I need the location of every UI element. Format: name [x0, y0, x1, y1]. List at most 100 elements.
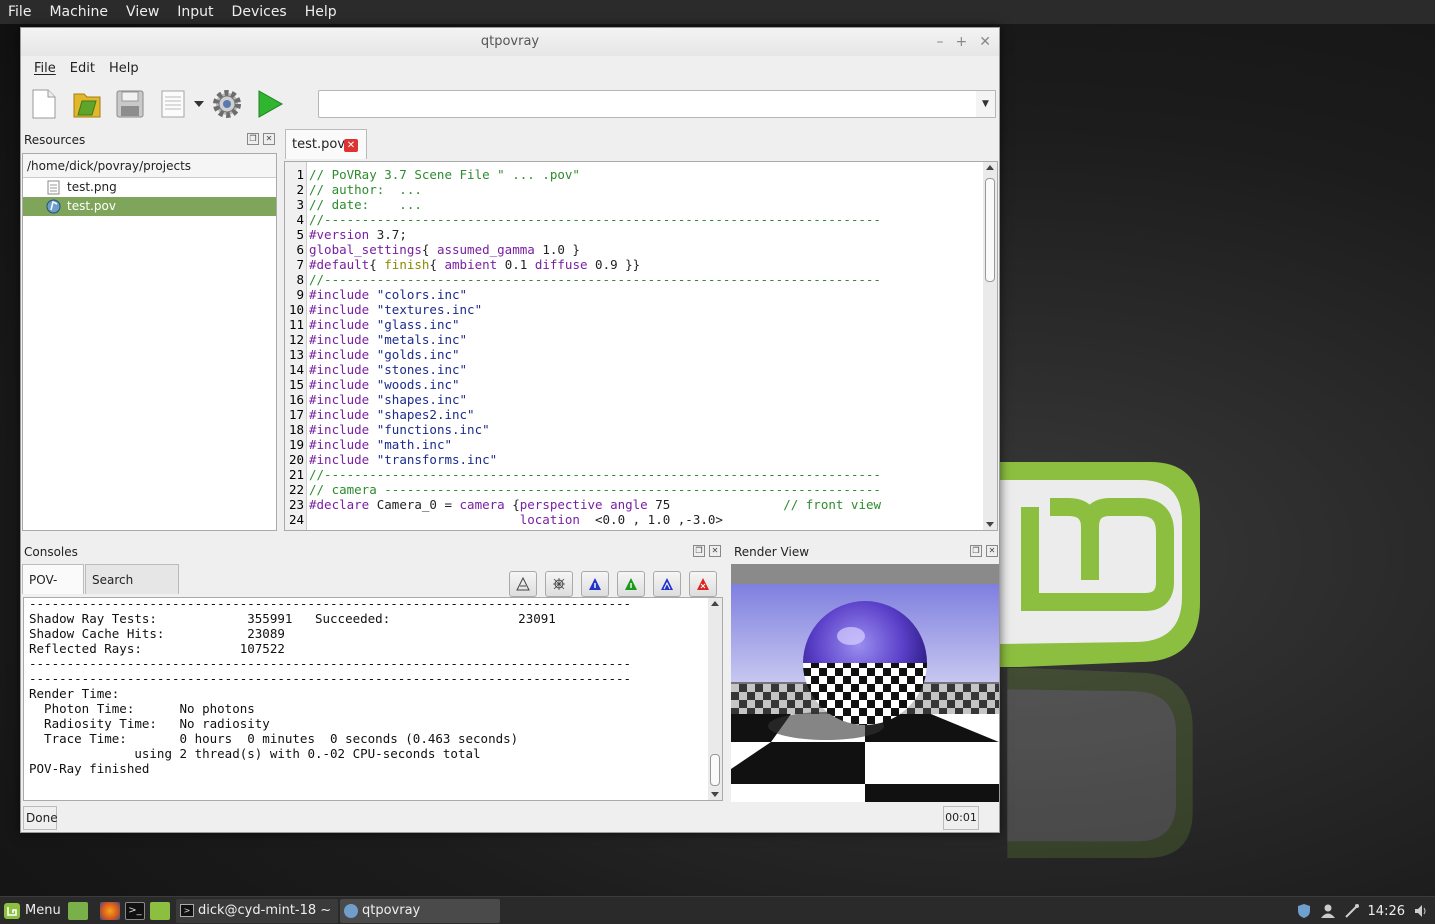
- file-item-test-png[interactable]: test.png: [23, 178, 276, 197]
- filter-notice-icon[interactable]: [617, 571, 645, 597]
- tab-povray[interactable]: POV-Ray: [22, 564, 84, 617]
- code-line: #include "metals.inc": [309, 332, 468, 347]
- scroll-up-icon[interactable]: [711, 601, 719, 606]
- resource-tree[interactable]: /home/dick/povray/projects test.png test…: [22, 153, 277, 531]
- line-number: 16: [288, 392, 304, 407]
- close-icon[interactable]: ✕: [263, 133, 275, 145]
- editor-scrollbar[interactable]: [983, 162, 997, 530]
- line-number: 3: [296, 197, 304, 212]
- scroll-down-icon[interactable]: [986, 522, 994, 527]
- tab-test-pov[interactable]: test.pov ✕: [285, 129, 367, 159]
- scroll-up-icon[interactable]: [986, 165, 994, 170]
- host-menu-machine[interactable]: Machine: [40, 0, 117, 24]
- settings-gear-icon[interactable]: [210, 87, 244, 121]
- filter-all-icon[interactable]: [509, 571, 537, 597]
- host-menu-devices[interactable]: Devices: [223, 0, 296, 24]
- scroll-down-icon[interactable]: [711, 792, 719, 797]
- render-view-title: Render View: [734, 545, 810, 559]
- terminal-icon[interactable]: >_: [125, 902, 145, 920]
- console-line: Render Time:: [29, 686, 120, 701]
- save-icon[interactable]: [113, 87, 147, 121]
- editor-scroll-thumb[interactable]: [985, 178, 995, 282]
- line-number: 17: [288, 407, 304, 422]
- host-menu-help[interactable]: Help: [296, 0, 346, 24]
- shield-icon[interactable]: [1296, 903, 1312, 919]
- line-number: 7: [296, 257, 304, 272]
- dropdown-arrow-icon[interactable]: [192, 87, 206, 121]
- line-number: 19: [288, 437, 304, 452]
- code-line: #include "golds.inc": [309, 347, 460, 362]
- float-icon[interactable]: ❐: [970, 545, 982, 557]
- line-number: 20: [288, 452, 304, 467]
- status-text: Done: [23, 806, 58, 830]
- tab-label: test.pov: [292, 137, 345, 152]
- line-number: 9: [296, 287, 304, 302]
- title-bar[interactable]: qtpovray – + ✕: [21, 28, 999, 56]
- network-icon[interactable]: [1344, 903, 1360, 919]
- console-output[interactable]: ----------------------------------------…: [23, 597, 723, 801]
- run-render-icon[interactable]: [253, 87, 287, 121]
- minimize-icon[interactable]: –: [937, 28, 944, 56]
- maximize-icon[interactable]: +: [956, 28, 968, 56]
- line-number: 4: [296, 212, 304, 227]
- console-scrollbar[interactable]: [708, 598, 722, 800]
- filter-error-icon[interactable]: [689, 571, 717, 597]
- code-line: #include "shapes2.inc": [309, 407, 475, 422]
- volume-icon[interactable]: [1413, 903, 1429, 919]
- console-line: Shadow Ray Tests: 355991 Succeeded: 2309…: [29, 611, 556, 626]
- close-tab-icon[interactable]: ✕: [344, 139, 358, 152]
- dock-buttons: ❐ ✕: [970, 545, 998, 557]
- float-icon[interactable]: ❐: [693, 545, 705, 557]
- chevron-down-icon[interactable]: ▼: [976, 90, 996, 118]
- float-icon[interactable]: ❐: [247, 133, 259, 145]
- consoles-panel: Consoles ❐ ✕ POV-Ray Search Results ----…: [21, 540, 724, 801]
- command-combo-input[interactable]: [318, 90, 978, 118]
- close-icon[interactable]: ✕: [979, 28, 991, 56]
- console-scroll-thumb[interactable]: [710, 754, 720, 786]
- show-desktop-icon[interactable]: [68, 902, 88, 920]
- code-text[interactable]: // PoVRay 3.7 Scene File " ... .pov"// a…: [309, 167, 881, 527]
- filter-info-icon[interactable]: [581, 571, 609, 597]
- line-number: 22: [288, 482, 304, 497]
- user-icon[interactable]: [1320, 903, 1336, 919]
- firefox-icon[interactable]: [100, 902, 120, 920]
- files-folder-icon[interactable]: [150, 902, 170, 920]
- console-line: Trace Time: 0 hours 0 minutes 0 seconds …: [29, 731, 519, 746]
- window-controls: – + ✕: [937, 28, 991, 56]
- consoles-header: Consoles ❐ ✕: [21, 540, 724, 564]
- consoles-title: Consoles: [24, 545, 78, 559]
- host-menu-file[interactable]: File: [0, 0, 40, 24]
- menu-edit[interactable]: Edit: [63, 61, 102, 76]
- code-line: // author: ...: [309, 182, 422, 197]
- terminal-icon: >: [180, 904, 194, 917]
- file-item-test-pov[interactable]: test.pov: [23, 197, 276, 216]
- filter-warning-icon[interactable]: [653, 571, 681, 597]
- host-menubar: File Machine View Input Devices Help: [0, 0, 1435, 24]
- dock-buttons: ❐ ✕: [693, 545, 721, 557]
- menu-help[interactable]: Help: [102, 61, 146, 76]
- clock[interactable]: 14:26: [1368, 904, 1405, 919]
- menu-file[interactable]: File: [27, 61, 63, 76]
- close-icon[interactable]: ✕: [709, 545, 721, 557]
- task-terminal[interactable]: > dick@cyd-mint-18 ~: [176, 899, 338, 923]
- host-menu-input[interactable]: Input: [168, 0, 222, 24]
- start-menu-button[interactable]: Menu: [4, 897, 61, 924]
- console-line: POV-Ray finished: [29, 761, 150, 776]
- document-icon[interactable]: [156, 87, 190, 121]
- host-menu-view[interactable]: View: [117, 0, 168, 24]
- filter-debug-icon[interactable]: [545, 571, 573, 597]
- close-icon[interactable]: ✕: [986, 545, 998, 557]
- open-folder-icon[interactable]: [70, 87, 104, 121]
- console-line: ----------------------------------------…: [29, 656, 632, 671]
- pov-file-icon: [46, 199, 61, 214]
- code-editor[interactable]: 1 2 3 4 5 6 7 8 9 10 11 12 13 14 15 16 17 18 19 20 21 22 23 24 …: [284, 161, 998, 531]
- line-number: 5: [296, 227, 304, 242]
- tab-search-results[interactable]: Search Results: [85, 564, 179, 617]
- app-menubar: File Edit Help: [21, 56, 999, 80]
- new-file-icon[interactable]: [27, 87, 61, 121]
- task-qtpovray[interactable]: qtpovray: [340, 899, 500, 923]
- code-line: #include "shapes.inc": [309, 392, 468, 407]
- code-line: #include "colors.inc": [309, 287, 468, 302]
- resources-header: Resources ❐ ✕: [21, 128, 278, 152]
- line-number: 8: [296, 272, 304, 287]
